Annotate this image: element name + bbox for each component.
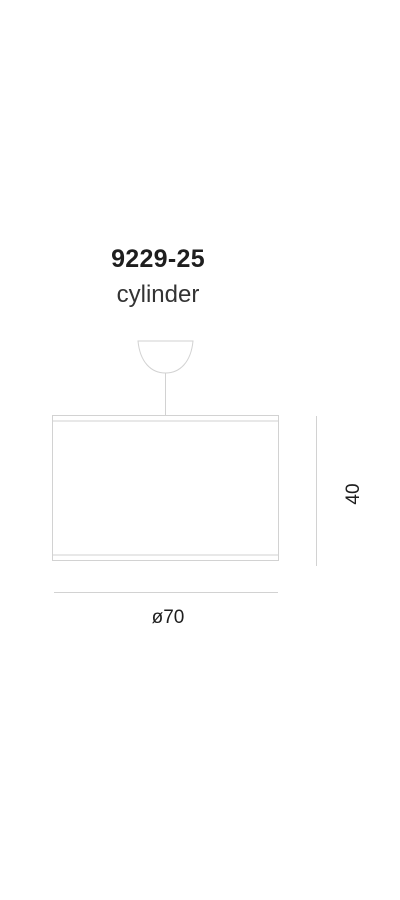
height-dimension-label: 40	[343, 483, 364, 505]
lamp-drawing	[52, 340, 317, 593]
ceiling-canopy	[137, 340, 194, 374]
cylinder-shade	[52, 415, 279, 561]
width-dimension-label: ø70	[151, 607, 185, 628]
